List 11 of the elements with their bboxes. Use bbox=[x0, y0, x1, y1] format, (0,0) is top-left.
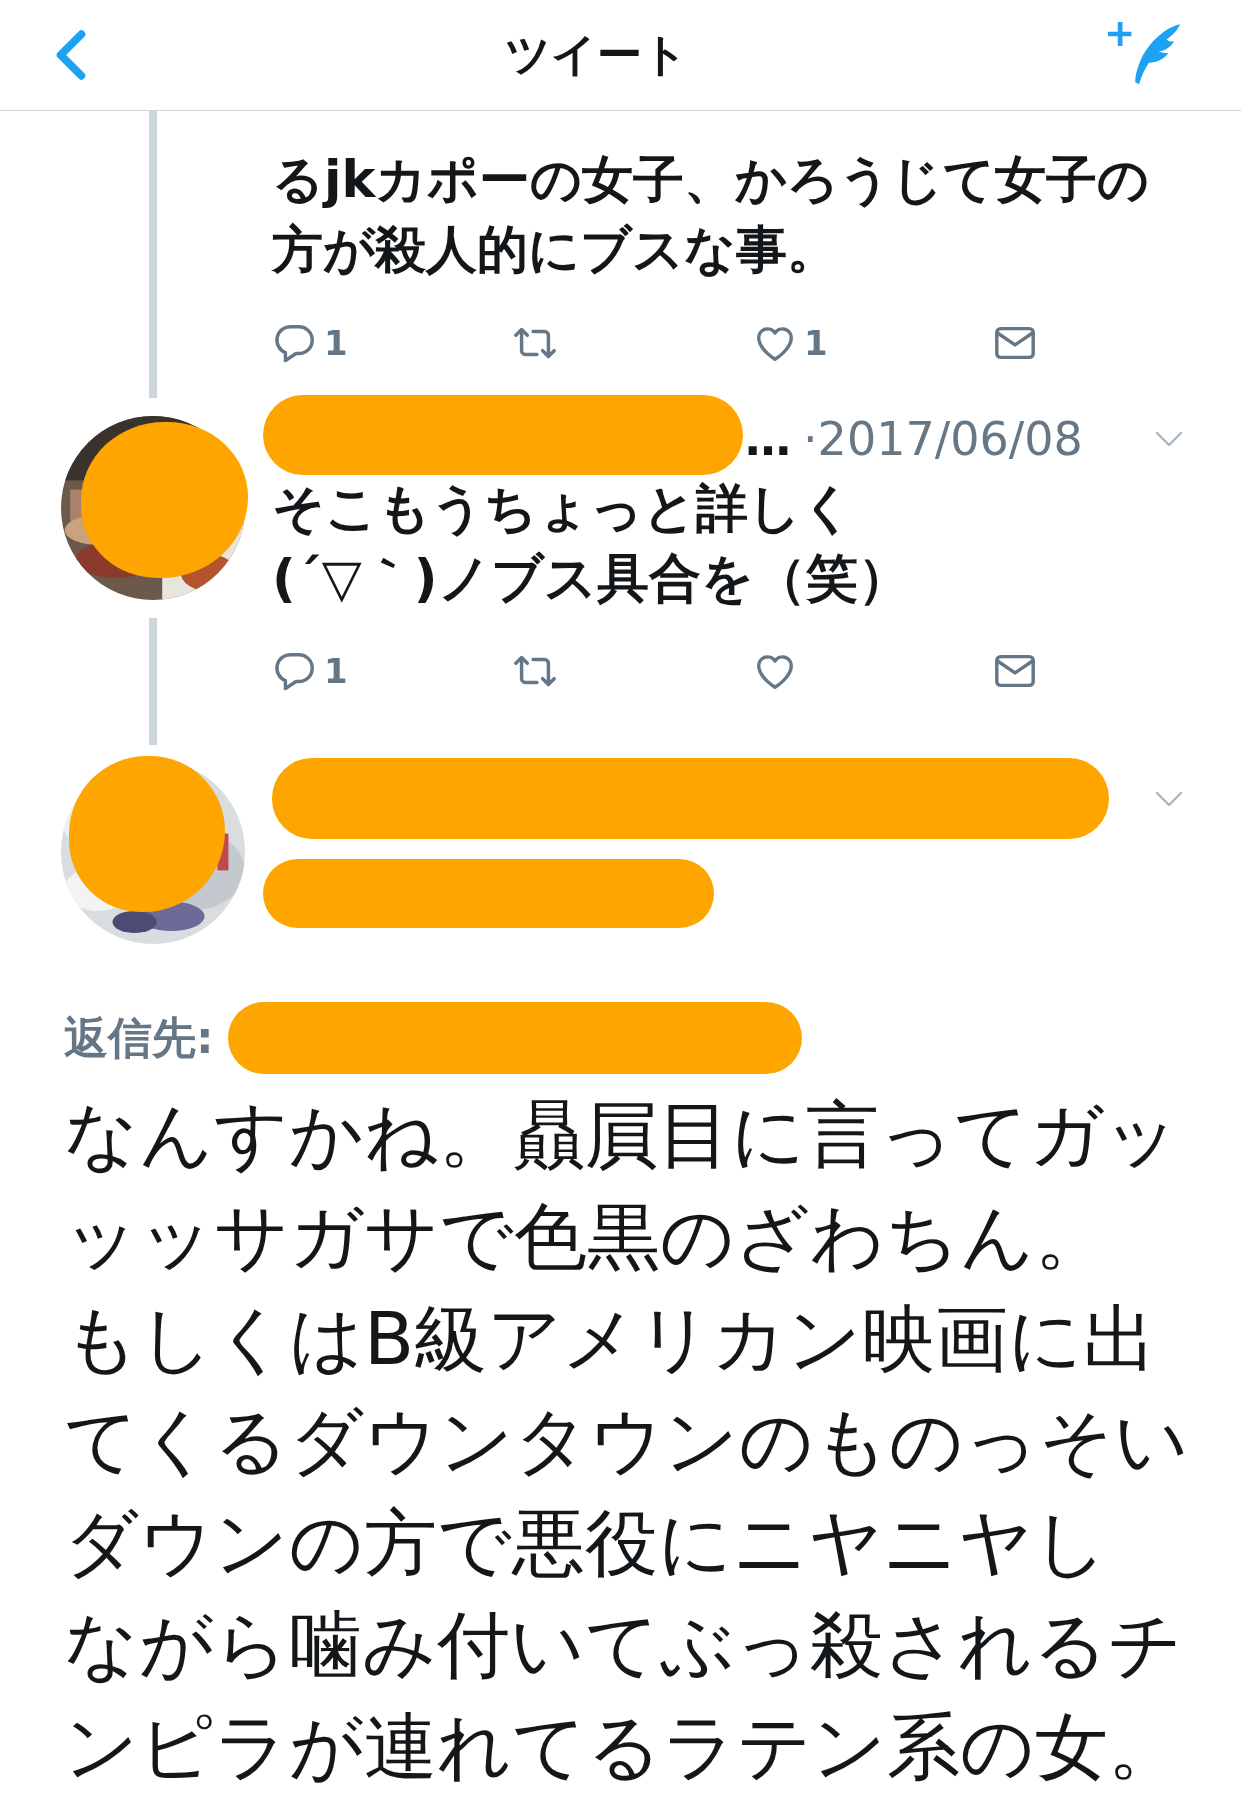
tweet-text: そこもうちょっと詳しく (´▽｀)ノブス具合を（笑） bbox=[272, 477, 911, 610]
action-count: 1 bbox=[324, 323, 348, 363]
action-count: 1 bbox=[324, 651, 348, 691]
tweet-date: ·2017/06/08 bbox=[803, 412, 1083, 466]
reply-to-label: 返信先: bbox=[64, 1010, 214, 1065]
tweet-text: なんすかね。贔屓目に言ってガッ ッッサガサで色黒のざわちん。 もしくはB級アメリカン映画に出 てくるダウンタウンのものっそい ダウンの方で悪役にニヤニヤし ながら噛み付いてぶっ殺されるチ ンピラが連れてるラテン系の女。 bbox=[63, 1091, 1190, 1791]
author-name: … bbox=[745, 412, 791, 466]
back-icon[interactable] bbox=[55, 29, 87, 81]
screen-title: ツイート bbox=[505, 27, 688, 83]
action-count: 1 bbox=[804, 323, 828, 363]
tweet-text: るjkカポーの女子、かろうじて女子の 方が殺人的にブスな事。 bbox=[272, 149, 1151, 281]
